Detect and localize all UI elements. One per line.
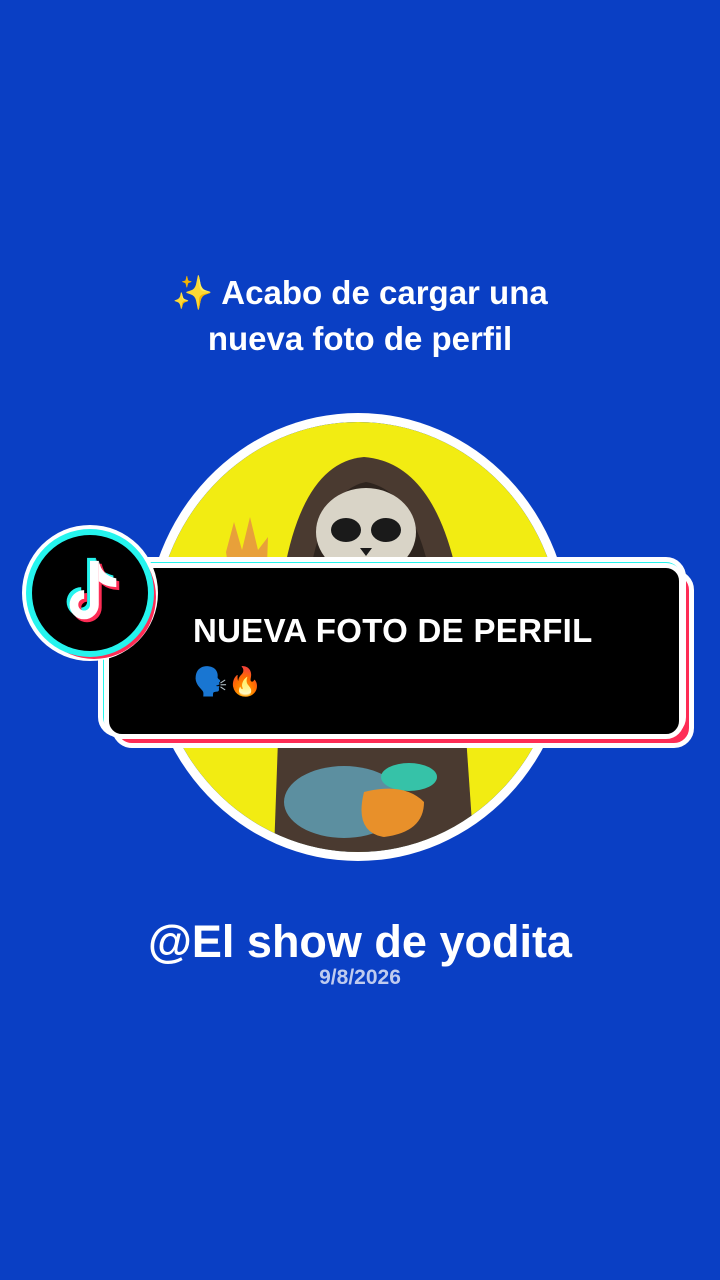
post-date: 9/8/2026	[319, 966, 401, 989]
profile-username: @El show de yodita	[148, 916, 572, 967]
header-caption: ✨ Acabo de cargar una nueva foto de perf…	[0, 270, 720, 362]
tiktok-badge	[22, 525, 158, 661]
header-caption-line-1: ✨ Acabo de cargar una	[172, 274, 548, 311]
header-caption-line-2: nueva foto de perfil	[207, 320, 513, 357]
banner-emojis: 🗣️🔥	[193, 666, 263, 697]
new-profile-photo-banner: NUEVA FOTO DE PERFIL 🗣️🔥	[104, 563, 684, 739]
banner-title: NUEVA FOTO DE PERFIL	[193, 612, 593, 649]
tiktok-logo-icon	[66, 557, 120, 623]
